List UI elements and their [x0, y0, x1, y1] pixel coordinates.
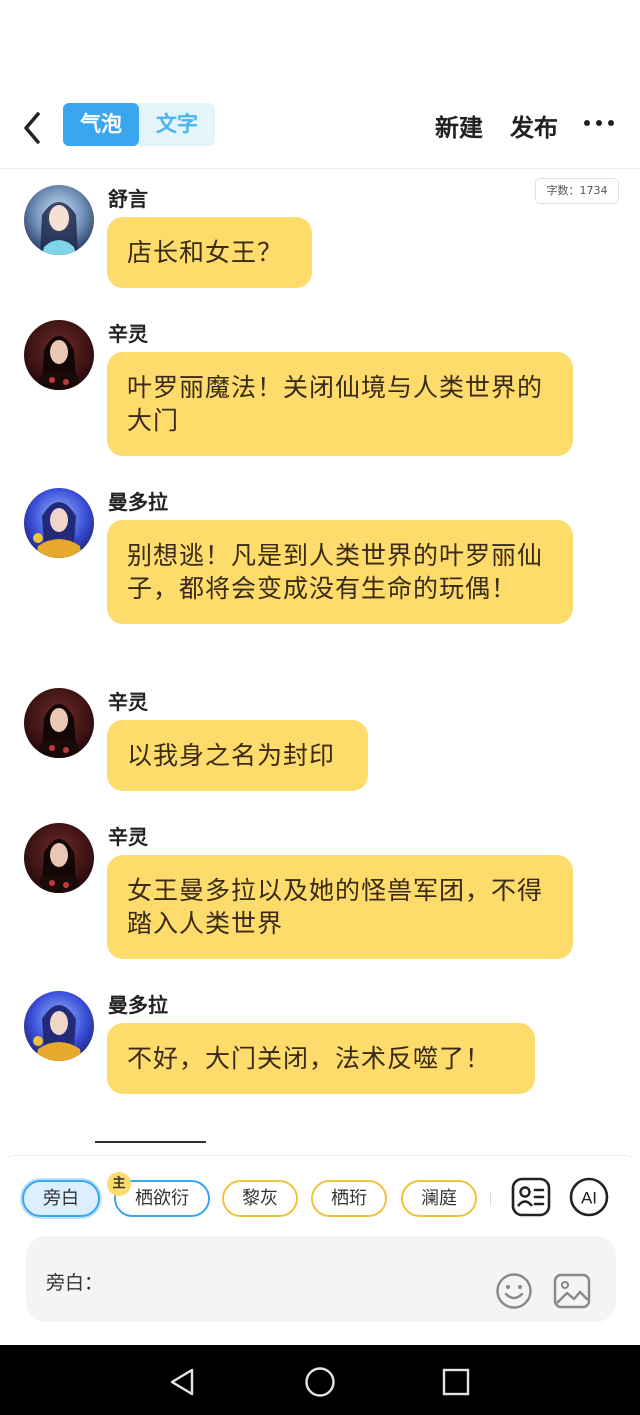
word-count-badge: 字数：1734: [535, 178, 619, 204]
message-bubble[interactable]: 以我身之名为封印: [107, 720, 368, 791]
xinling-avatar[interactable]: [24, 320, 94, 390]
scroll-indicator: [95, 1141, 206, 1143]
image-icon[interactable]: [552, 1272, 592, 1310]
chip-scroll-divider: [490, 1192, 491, 1206]
character-chip-lanting[interactable]: 澜庭: [401, 1180, 477, 1217]
message-bubble[interactable]: 不好，大门关闭，法术反噬了！: [107, 1023, 535, 1094]
character-chip-lihui[interactable]: 黎灰: [222, 1180, 298, 1217]
message-bubble[interactable]: 叶罗丽魔法！关闭仙境与人类世界的大门: [107, 352, 573, 456]
nav-home-icon[interactable]: [303, 1365, 337, 1399]
back-arrow-icon[interactable]: [18, 106, 48, 146]
emoji-icon[interactable]: [494, 1271, 534, 1311]
message-bubble[interactable]: 别想逃！凡是到人类世界的叶罗丽仙子，都将会变成没有生命的玩偶！: [107, 520, 573, 624]
top-bar: 气泡 文字 新建 发布: [0, 100, 640, 152]
speaker-name: 曼多拉: [108, 993, 168, 1017]
tab-bubble[interactable]: 气泡: [63, 103, 139, 146]
svg-text:AI: AI: [581, 1189, 597, 1208]
character-chip-narrator[interactable]: 旁白: [22, 1180, 100, 1217]
speaker-name: 辛灵: [108, 322, 148, 346]
speaker-name: 辛灵: [108, 825, 148, 849]
tab-text[interactable]: 文字: [139, 103, 215, 146]
ai-icon[interactable]: AI: [568, 1176, 610, 1218]
nav-recent-icon[interactable]: [439, 1365, 473, 1399]
input-speaker-label: 旁白：: [46, 1272, 104, 1294]
message-bubble[interactable]: 店长和女王？: [107, 217, 312, 288]
mandola-avatar[interactable]: [24, 488, 94, 558]
contact-card-icon[interactable]: [510, 1176, 552, 1218]
new-button[interactable]: 新建: [435, 108, 483, 143]
system-nav-bar: [0, 1345, 640, 1415]
speaker-name: 舒言: [108, 187, 148, 211]
mandola-avatar[interactable]: [24, 991, 94, 1061]
more-dots-icon[interactable]: [584, 120, 614, 128]
publish-button[interactable]: 发布: [510, 108, 558, 143]
main-role-badge: 主: [107, 1172, 131, 1196]
shuyan-avatar[interactable]: [24, 185, 94, 255]
mode-toggle: 气泡 文字: [63, 103, 215, 146]
nav-back-icon[interactable]: [166, 1365, 200, 1399]
header-divider: [0, 168, 640, 169]
xinling-avatar[interactable]: [24, 823, 94, 893]
speaker-name: 曼多拉: [108, 490, 168, 514]
message-bubble[interactable]: 女王曼多拉以及她的怪兽军团，不得踏入人类世界: [107, 855, 573, 959]
xinling-avatar[interactable]: [24, 688, 94, 758]
character-chip-qiheng[interactable]: 栖珩: [311, 1180, 387, 1217]
speaker-name: 辛灵: [108, 690, 148, 714]
